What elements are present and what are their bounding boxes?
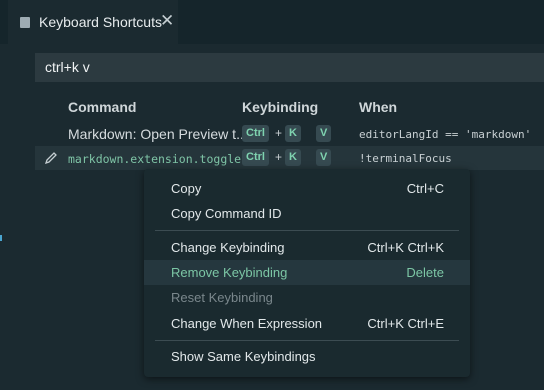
key-plus: + — [275, 126, 283, 140]
scroll-indicator — [0, 235, 2, 241]
when-expression: editorLangId == 'markdown' — [359, 128, 532, 141]
key-cap: K — [285, 149, 301, 166]
menu-item-remove-keybinding[interactable]: Remove Keybinding Delete — [144, 260, 470, 285]
menu-item-show-same-keybindings[interactable]: Show Same Keybindings — [144, 344, 470, 369]
column-header-command[interactable]: Command — [68, 99, 136, 115]
menu-item-label: Change Keybinding — [171, 240, 285, 255]
menu-item-shortcut: Delete — [406, 265, 444, 280]
when-expression: !terminalFocus — [359, 152, 452, 165]
tab-keyboard-shortcuts[interactable]: Keyboard Shortcuts ✕ — [8, 0, 178, 44]
close-icon[interactable]: ✕ — [160, 11, 174, 31]
command-id: markdown.extension.toggle... — [68, 152, 262, 166]
key-cap: Ctrl — [242, 125, 269, 142]
key-cap: Ctrl — [242, 149, 269, 166]
column-header-keybinding[interactable]: Keybinding — [242, 99, 318, 115]
menu-item-label: Reset Keybinding — [171, 290, 273, 305]
search-input[interactable]: ctrl+k v — [35, 53, 544, 82]
menu-separator — [155, 340, 459, 341]
menu-item-change-when-expression[interactable]: Change When Expression Ctrl+K Ctrl+E — [144, 311, 470, 336]
menu-item-reset-keybinding: Reset Keybinding — [144, 285, 470, 310]
menu-item-label: Remove Keybinding — [171, 265, 288, 280]
pencil-icon[interactable] — [43, 150, 59, 171]
context-menu: Copy Ctrl+C Copy Command ID Change Keybi… — [144, 169, 470, 377]
key-cap: V — [316, 149, 332, 166]
table-row-selected[interactable]: markdown.extension.toggle... Ctrl + K V … — [35, 146, 544, 170]
key-cap: V — [316, 125, 332, 142]
column-header-when[interactable]: When — [359, 99, 397, 115]
menu-item-copy-command-id[interactable]: Copy Command ID — [144, 201, 470, 226]
menu-item-shortcut: Ctrl+K Ctrl+E — [367, 316, 444, 331]
menu-item-shortcut: Ctrl+C — [406, 181, 444, 196]
menu-item-label: Change When Expression — [171, 316, 323, 331]
tab-bar: Keyboard Shortcuts ✕ — [0, 0, 544, 44]
key-cap: K — [285, 125, 301, 142]
table-row[interactable]: Markdown: Open Preview t... Ctrl + K V e… — [35, 122, 544, 146]
menu-separator — [155, 230, 459, 231]
menu-item-label: Show Same Keybindings — [171, 349, 316, 364]
key-plus: + — [275, 150, 283, 164]
menu-item-label: Copy Command ID — [171, 206, 282, 221]
search-value: ctrl+k v — [45, 59, 90, 75]
command-label: Markdown: Open Preview t... — [68, 126, 248, 142]
tab-title: Keyboard Shortcuts — [39, 14, 162, 30]
keyboard-file-icon — [20, 17, 30, 28]
menu-item-copy[interactable]: Copy Ctrl+C — [144, 176, 470, 201]
menu-item-change-keybinding[interactable]: Change Keybinding Ctrl+K Ctrl+K — [144, 235, 470, 260]
menu-item-shortcut: Ctrl+K Ctrl+K — [367, 240, 444, 255]
menu-item-label: Copy — [171, 181, 202, 196]
